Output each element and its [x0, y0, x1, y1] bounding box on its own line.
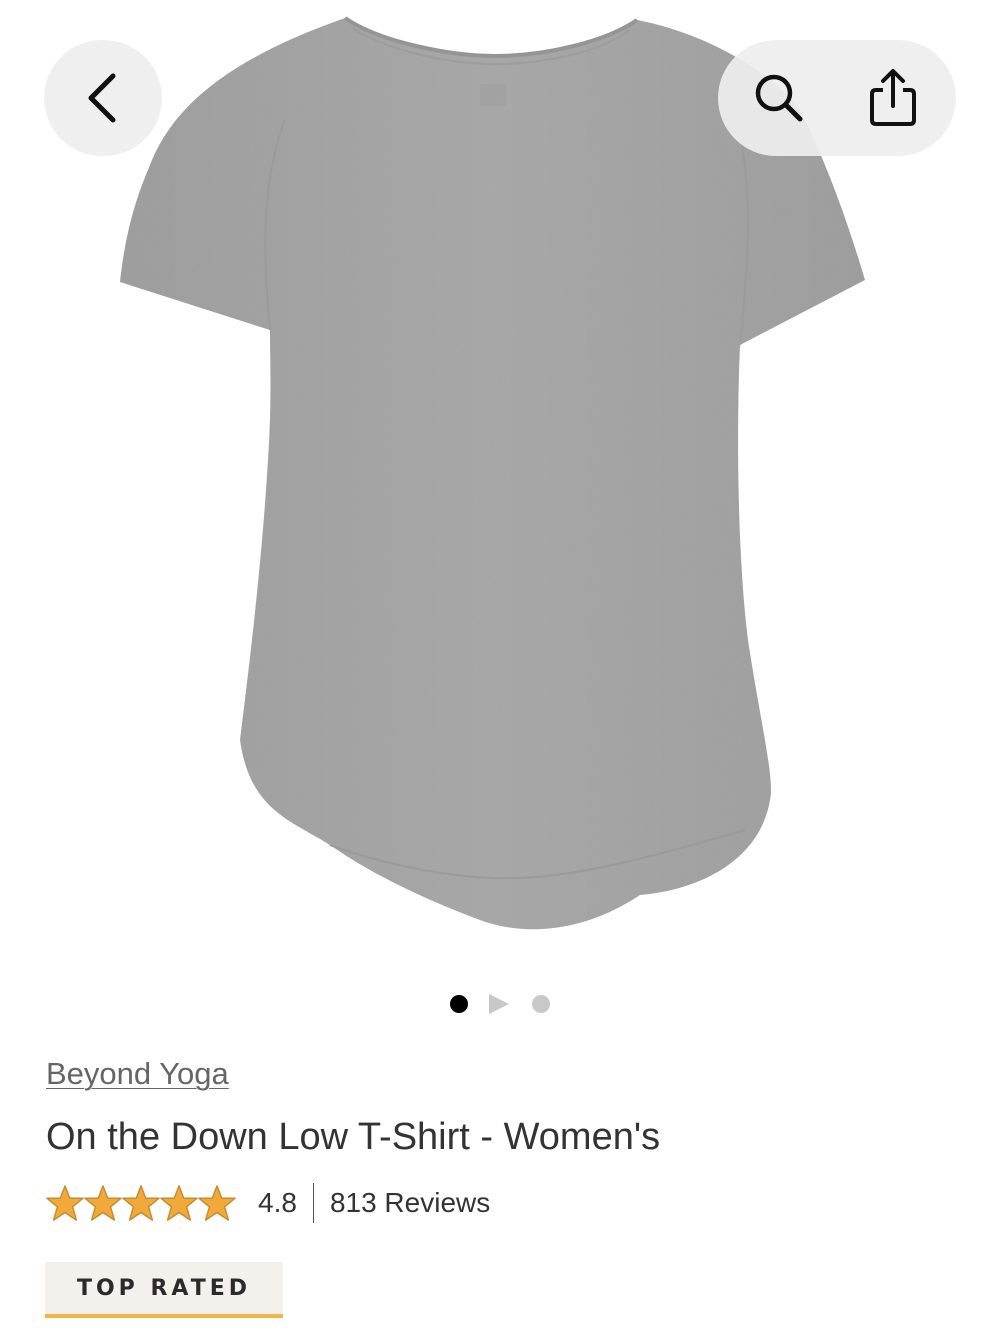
share-icon	[870, 69, 916, 126]
share-button[interactable]	[834, 40, 952, 156]
brand-link[interactable]: Beyond Yoga	[46, 1056, 229, 1092]
star-rating	[46, 1184, 236, 1222]
star-icon	[122, 1185, 160, 1221]
review-count[interactable]: 813 Reviews	[330, 1187, 490, 1219]
top-rated-badge: TOP RATED	[45, 1262, 283, 1318]
star-icon	[84, 1185, 122, 1221]
action-toolbar	[718, 40, 956, 156]
product-title: On the Down Low T-Shirt - Women's	[46, 1116, 661, 1158]
divider	[312, 1183, 314, 1223]
badge-label: TOP RATED	[76, 1275, 252, 1301]
star-icon	[198, 1185, 236, 1221]
carousel-dot-active[interactable]	[450, 995, 468, 1013]
play-icon[interactable]	[489, 994, 509, 1014]
star-icon	[160, 1185, 198, 1221]
carousel-dot[interactable]	[532, 995, 550, 1013]
search-button[interactable]	[720, 40, 838, 156]
chevron-left-icon	[88, 73, 116, 123]
carousel-indicator	[448, 992, 558, 1016]
rating-summary[interactable]: 4.8 813 Reviews	[46, 1182, 490, 1224]
rating-value: 4.8	[258, 1187, 297, 1218]
search-icon	[755, 74, 803, 122]
back-button[interactable]	[44, 40, 162, 156]
star-icon	[46, 1185, 84, 1221]
